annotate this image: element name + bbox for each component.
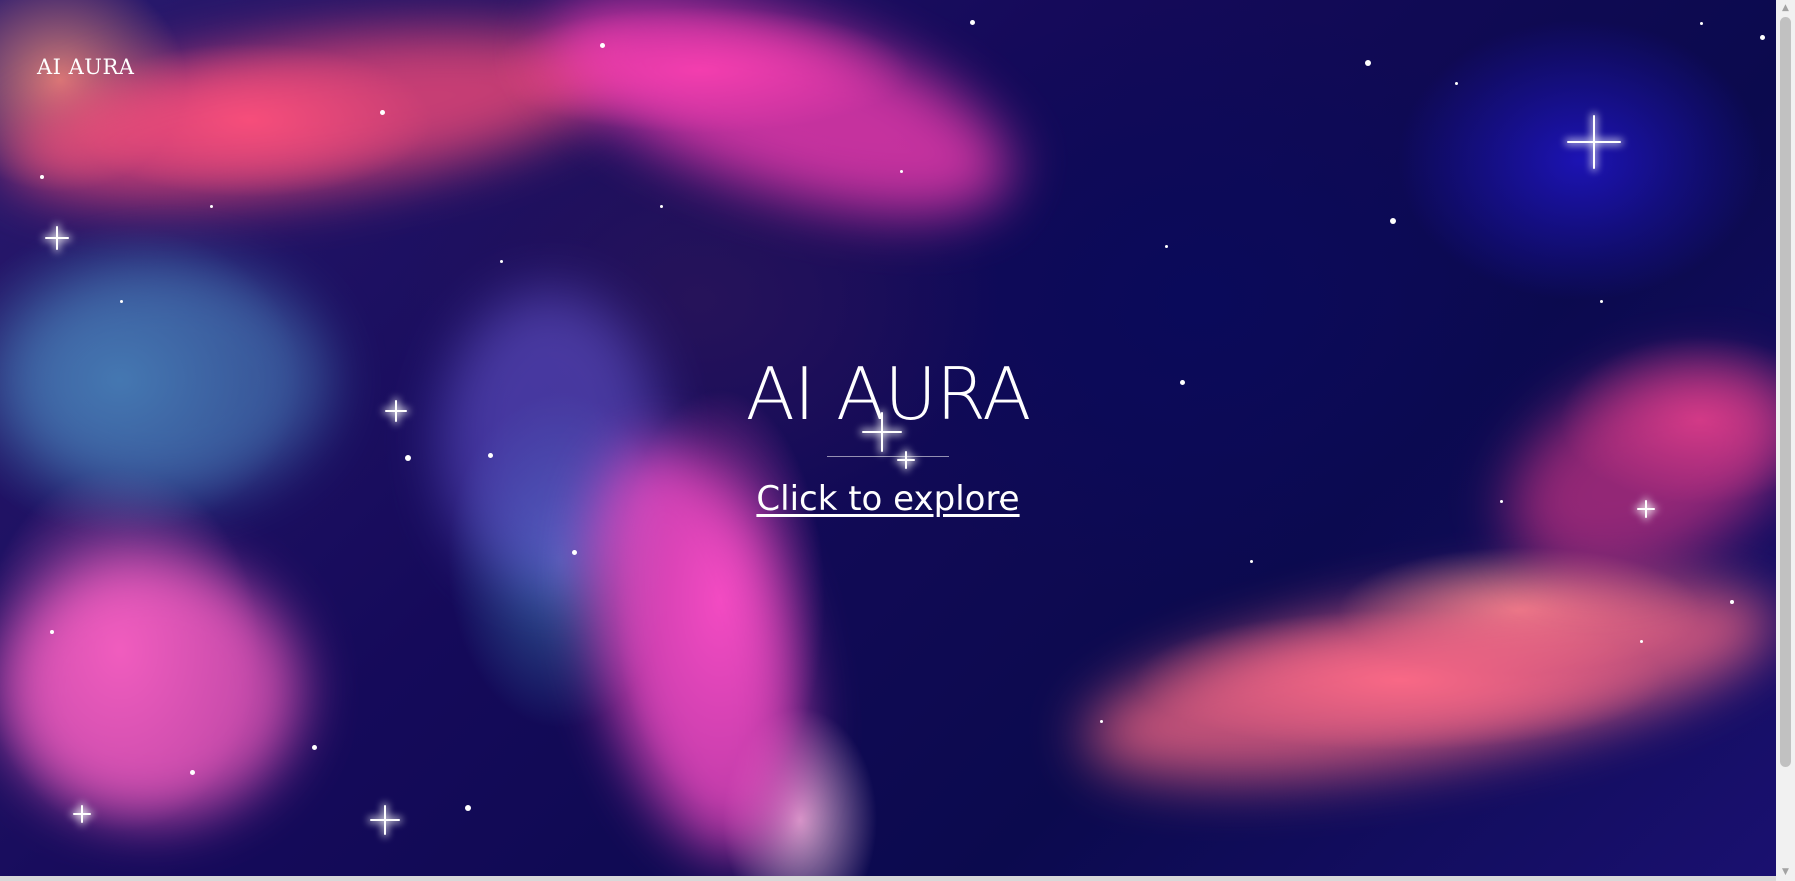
hero-title: AI AURA [745, 352, 1032, 436]
scrollbar-thumb[interactable] [1780, 17, 1791, 767]
vertical-scrollbar[interactable]: ▲ ▼ [1776, 0, 1795, 881]
hero-divider [827, 456, 949, 457]
star [1760, 35, 1765, 40]
star [210, 205, 213, 208]
star [312, 745, 317, 750]
star [500, 260, 503, 263]
star [40, 175, 44, 179]
horizontal-scrollbar-track [0, 876, 1776, 881]
star [600, 43, 605, 48]
star [1700, 22, 1703, 25]
star [1165, 245, 1168, 248]
sparkle-star [45, 226, 69, 250]
sparkle-star [1567, 115, 1621, 169]
sparkle-star [385, 400, 407, 422]
star [660, 205, 663, 208]
brand-logo[interactable]: AI AURA [37, 55, 134, 79]
scroll-up-icon[interactable]: ▲ [1776, 0, 1795, 17]
sparkle-star [1637, 500, 1655, 518]
star [405, 455, 411, 461]
star [572, 550, 577, 555]
star [1250, 560, 1253, 563]
star [1455, 82, 1458, 85]
page: AI AURA AI AURA Click to explore ▲ ▼ [0, 0, 1795, 881]
scroll-down-icon[interactable]: ▼ [1776, 864, 1795, 881]
star [50, 630, 54, 634]
explore-link[interactable]: Click to explore [756, 479, 1019, 519]
hero: AI AURA Click to explore [588, 352, 1188, 519]
sparkle-star [73, 805, 91, 823]
star [1500, 500, 1503, 503]
star [1640, 640, 1643, 643]
star [1100, 720, 1103, 723]
star [190, 770, 195, 775]
sparkle-star [370, 805, 400, 835]
star [1390, 218, 1396, 224]
star [465, 805, 471, 811]
star [970, 20, 975, 25]
star [488, 453, 493, 458]
star [900, 170, 903, 173]
star [1365, 60, 1371, 66]
star [120, 300, 123, 303]
star [1730, 600, 1734, 604]
star [1600, 300, 1603, 303]
star [380, 110, 385, 115]
